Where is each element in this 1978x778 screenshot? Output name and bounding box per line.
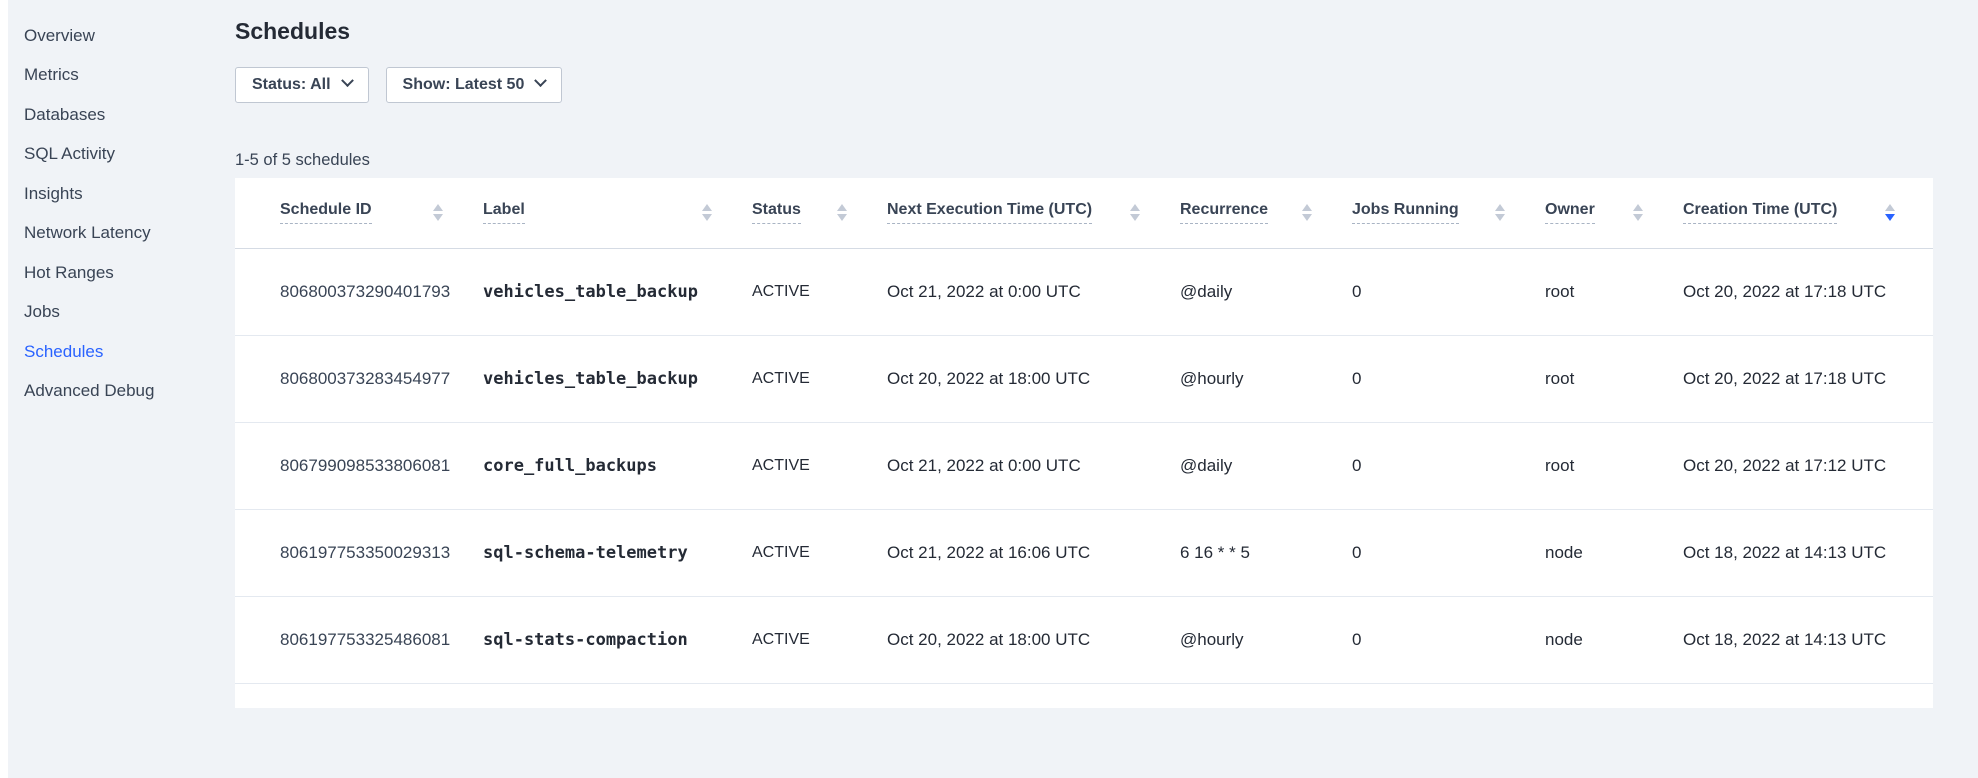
column-header-creation_time[interactable]: Creation Time (UTC) [1683, 178, 1933, 248]
filters-bar: Status: All Show: Latest 50 [235, 67, 1978, 103]
chevron-down-icon [341, 74, 354, 87]
cell-jobs_running: 0 [1352, 596, 1545, 683]
cell-creation_time: Oct 20, 2022 at 17:18 UTC [1683, 335, 1933, 422]
sort-arrows-icon[interactable] [1885, 204, 1895, 221]
cell-label: sql-schema-telemetry [483, 509, 752, 596]
cell-status: ACTIVE [752, 335, 887, 422]
sort-arrows-icon[interactable] [1302, 204, 1312, 221]
cell-status: ACTIVE [752, 596, 887, 683]
sort-arrows-icon[interactable] [702, 204, 712, 221]
column-header-label: Recurrence [1180, 201, 1268, 224]
cell-schedule_id: 806197753325486081 [235, 596, 483, 683]
cell-label: vehicles_table_backup [483, 248, 752, 335]
sort-arrows-icon[interactable] [837, 204, 847, 221]
cell-next_execution_time: Oct 21, 2022 at 0:00 UTC [887, 422, 1180, 509]
column-header-recurrence[interactable]: Recurrence [1180, 178, 1352, 248]
cell-jobs_running: 0 [1352, 335, 1545, 422]
cell-jobs_running: 0 [1352, 422, 1545, 509]
cell-label: sql-stats-compaction [483, 596, 752, 683]
show-filter-label: Show: Latest 50 [403, 76, 525, 94]
cell-label: core_full_backups [483, 422, 752, 509]
column-header-label: Jobs Running [1352, 201, 1459, 224]
cell-recurrence: @daily [1180, 248, 1352, 335]
column-header-label: Next Execution Time (UTC) [887, 201, 1092, 224]
cell-owner: node [1545, 509, 1683, 596]
table-row: 806197753325486081sql-stats-compactionAC… [235, 596, 1933, 683]
sort-arrows-icon[interactable] [1495, 204, 1505, 221]
sidebar-item-hot-ranges[interactable]: Hot Ranges [8, 253, 235, 293]
column-header-schedule_id[interactable]: Schedule ID [235, 178, 483, 248]
cell-status: ACTIVE [752, 248, 887, 335]
column-header-label: Schedule ID [280, 201, 372, 224]
column-header-label: Creation Time (UTC) [1683, 201, 1837, 224]
cell-owner: root [1545, 422, 1683, 509]
cell-next_execution_time: Oct 21, 2022 at 0:00 UTC [887, 248, 1180, 335]
results-count: 1-5 of 5 schedules [235, 150, 1978, 170]
column-header-owner[interactable]: Owner [1545, 178, 1683, 248]
cell-owner: node [1545, 596, 1683, 683]
cell-schedule_id: 806799098533806081 [235, 422, 483, 509]
cell-creation_time: Oct 20, 2022 at 17:12 UTC [1683, 422, 1933, 509]
table-header-row: Schedule ID Label Status Next Execution Tim… [235, 178, 1933, 248]
table-row: 806800373283454977vehicles_table_backupA… [235, 335, 1933, 422]
sidebar-item-metrics[interactable]: Metrics [8, 56, 235, 96]
cell-owner: root [1545, 248, 1683, 335]
cell-status: ACTIVE [752, 422, 887, 509]
table-row: 806197753350029313sql-schema-telemetryAC… [235, 509, 1933, 596]
cell-jobs_running: 0 [1352, 509, 1545, 596]
cell-label: vehicles_table_backup [483, 335, 752, 422]
cell-next_execution_time: Oct 20, 2022 at 18:00 UTC [887, 596, 1180, 683]
sidebar-item-overview[interactable]: Overview [8, 16, 235, 56]
column-header-status[interactable]: Status [752, 178, 887, 248]
sidebar-item-jobs[interactable]: Jobs [8, 293, 235, 333]
status-filter-button[interactable]: Status: All [235, 67, 369, 103]
sidebar-item-schedules[interactable]: Schedules [8, 332, 235, 372]
page-title: Schedules [235, 16, 1978, 46]
schedules-table-card: Schedule ID Label Status Next Execution Tim… [235, 178, 1933, 708]
column-header-jobs_running[interactable]: Jobs Running [1352, 178, 1545, 248]
cell-schedule_id: 806800373283454977 [235, 335, 483, 422]
cell-status: ACTIVE [752, 509, 887, 596]
cell-creation_time: Oct 20, 2022 at 17:18 UTC [1683, 248, 1933, 335]
schedules-table: Schedule ID Label Status Next Execution Tim… [235, 178, 1933, 684]
cell-next_execution_time: Oct 20, 2022 at 18:00 UTC [887, 335, 1180, 422]
column-header-label: Status [752, 201, 801, 224]
status-filter-label: Status: All [252, 76, 331, 94]
sidebar-item-sql-activity[interactable]: SQL Activity [8, 135, 235, 175]
cell-owner: root [1545, 335, 1683, 422]
cell-schedule_id: 806197753350029313 [235, 509, 483, 596]
column-header-label: Label [483, 201, 525, 224]
column-header-label: Owner [1545, 201, 1595, 224]
sidebar-item-network-latency[interactable]: Network Latency [8, 214, 235, 254]
sort-arrows-icon[interactable] [433, 204, 443, 221]
sidebar-item-advanced-debug[interactable]: Advanced Debug [8, 372, 235, 412]
table-row: 806800373290401793vehicles_table_backupA… [235, 248, 1933, 335]
cell-recurrence: @hourly [1180, 596, 1352, 683]
show-filter-button[interactable]: Show: Latest 50 [386, 67, 563, 103]
sidebar-item-insights[interactable]: Insights [8, 174, 235, 214]
cell-recurrence: @hourly [1180, 335, 1352, 422]
cell-jobs_running: 0 [1352, 248, 1545, 335]
column-header-next_execution_time[interactable]: Next Execution Time (UTC) [887, 178, 1180, 248]
column-header-label[interactable]: Label [483, 178, 752, 248]
cell-next_execution_time: Oct 21, 2022 at 16:06 UTC [887, 509, 1180, 596]
cell-schedule_id: 806800373290401793 [235, 248, 483, 335]
app-window: OverviewMetricsDatabasesSQL ActivityInsi… [8, 0, 1978, 778]
sidebar-nav: OverviewMetricsDatabasesSQL ActivityInsi… [8, 0, 235, 778]
cell-recurrence: @daily [1180, 422, 1352, 509]
table-row: 806799098533806081core_full_backupsACTIV… [235, 422, 1933, 509]
cell-creation_time: Oct 18, 2022 at 14:13 UTC [1683, 509, 1933, 596]
main-content: Schedules Status: All Show: Latest 50 1-… [235, 0, 1978, 778]
cell-recurrence: 6 16 * * 5 [1180, 509, 1352, 596]
cell-creation_time: Oct 18, 2022 at 14:13 UTC [1683, 596, 1933, 683]
chevron-down-icon [534, 74, 547, 87]
sidebar-item-databases[interactable]: Databases [8, 95, 235, 135]
sort-arrows-icon[interactable] [1130, 204, 1140, 221]
table-body: 806800373290401793vehicles_table_backupA… [235, 248, 1933, 683]
sort-arrows-icon[interactable] [1633, 204, 1643, 221]
